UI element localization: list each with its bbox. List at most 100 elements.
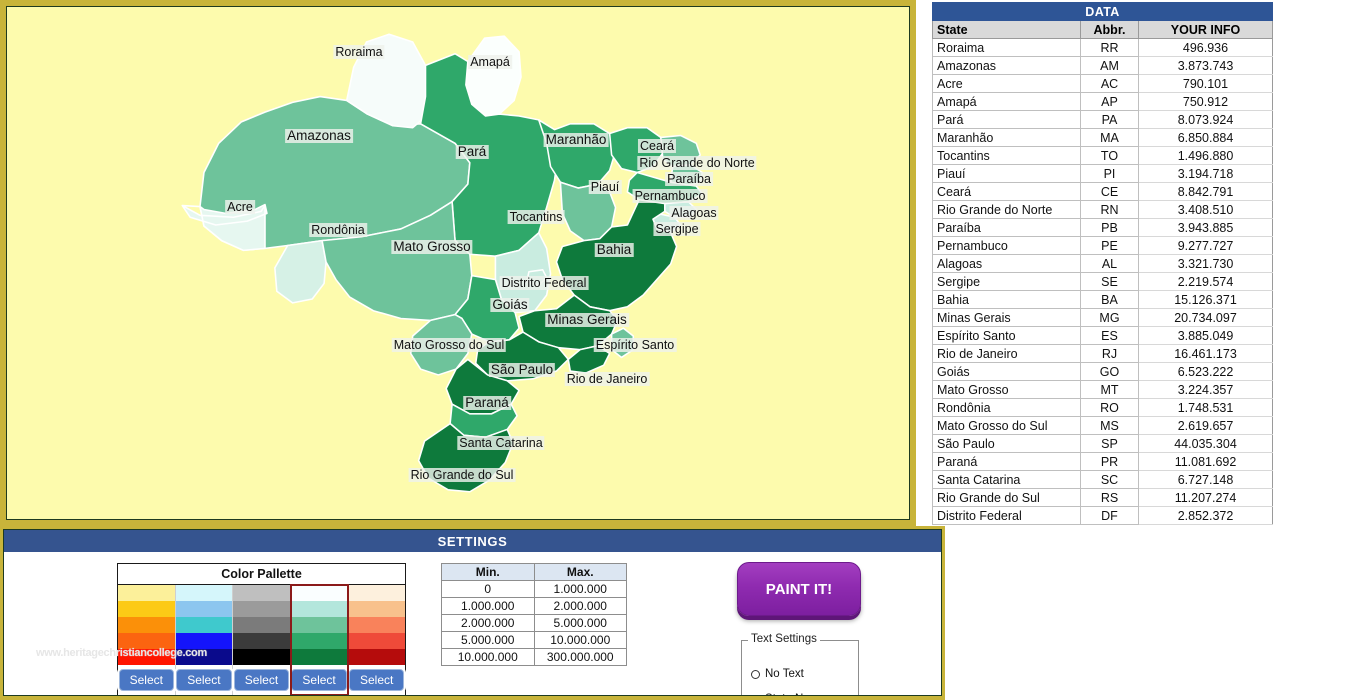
select-button[interactable]: Select (291, 669, 347, 691)
cell-your-info[interactable]: 20.734.097 (1137, 308, 1274, 327)
palette-swatch[interactable] (348, 601, 405, 617)
palette-swatch[interactable] (290, 649, 348, 665)
palette-swatch[interactable] (233, 601, 290, 617)
brazil-map[interactable]: Amazonas Roraima Amapá Pará Acre Rondônia Mato… (6, 6, 910, 520)
range-max[interactable]: 5.000.000 (533, 614, 627, 632)
paint-it-button[interactable]: PAINT IT! (737, 562, 861, 616)
table-row[interactable]: Pará PA 8.073.924 (932, 110, 1274, 129)
map-state-rn[interactable] (660, 134, 702, 168)
palette-swatch[interactable] (118, 649, 175, 665)
range-row[interactable]: 2.000.000 5.000.000 (441, 614, 627, 632)
palette-swatch[interactable] (118, 633, 175, 649)
select-button[interactable]: Select (233, 669, 290, 691)
range-row[interactable]: 10.000.000 300.000.000 (441, 648, 627, 666)
select-button[interactable]: Select (176, 669, 232, 691)
range-table[interactable]: Min. Max. 0 1.000.000 1.000.000 2.000.000 2.… (441, 563, 627, 666)
cell-your-info[interactable]: 2.852.372 (1137, 506, 1274, 525)
range-max[interactable]: 300.000.000 (533, 648, 627, 666)
table-row[interactable]: Espírito Santo ES 3.885.049 (932, 326, 1274, 345)
range-min[interactable]: 0 (441, 580, 535, 598)
table-row[interactable]: Mato Grosso MT 3.224.357 (932, 380, 1274, 399)
table-row[interactable]: Minas Gerais MG 20.734.097 (932, 308, 1274, 327)
cell-your-info[interactable]: 11.207.274 (1137, 488, 1274, 507)
table-row[interactable]: Roraima RR 496.936 (932, 38, 1274, 57)
range-max[interactable]: 10.000.000 (533, 631, 627, 649)
cell-your-info[interactable]: 2.219.574 (1137, 272, 1274, 291)
cell-your-info[interactable]: 3.408.510 (1137, 200, 1274, 219)
map-state-ap[interactable] (465, 35, 522, 117)
cell-your-info[interactable]: 16.461.173 (1137, 344, 1274, 363)
table-row[interactable]: Rio de Janeiro RJ 16.461.173 (932, 344, 1274, 363)
range-min[interactable]: 10.000.000 (441, 648, 535, 666)
table-row[interactable]: São Paulo SP 44.035.304 (932, 434, 1274, 453)
select-button[interactable]: Select (118, 669, 174, 691)
palette-swatch[interactable] (348, 633, 405, 649)
cell-your-info[interactable]: 15.126.371 (1137, 290, 1274, 309)
palette-swatch[interactable] (233, 585, 290, 601)
cell-your-info[interactable]: 3.885.049 (1137, 326, 1274, 345)
cell-your-info[interactable]: 6.850.884 (1137, 128, 1274, 147)
palette-swatch[interactable] (118, 585, 175, 601)
table-row[interactable]: Piauí PI 3.194.718 (932, 164, 1274, 183)
table-row[interactable]: Amazonas AM 3.873.743 (932, 56, 1274, 75)
range-row[interactable]: 0 1.000.000 (441, 580, 627, 598)
range-min[interactable]: 1.000.000 (441, 597, 535, 615)
cell-your-info[interactable]: 3.321.730 (1137, 254, 1274, 273)
range-row[interactable]: 5.000.000 10.000.000 (441, 631, 627, 649)
table-row[interactable]: Acre AC 790.101 (932, 74, 1274, 93)
palette-column-gray[interactable]: Select (233, 585, 291, 695)
map-state-es[interactable] (610, 327, 635, 359)
cell-your-info[interactable]: 1.748.531 (1137, 398, 1274, 417)
cell-your-info[interactable]: 8.842.791 (1137, 182, 1274, 201)
cell-your-info[interactable]: 6.727.148 (1137, 470, 1274, 489)
cell-your-info[interactable]: 9.277.727 (1137, 236, 1274, 255)
cell-your-info[interactable]: 1.496.880 (1137, 146, 1274, 165)
cell-your-info[interactable]: 3.943.885 (1137, 218, 1274, 237)
table-row[interactable]: Distrito Federal DF 2.852.372 (932, 506, 1274, 525)
select-button[interactable]: Select (348, 669, 405, 691)
range-row[interactable]: 1.000.000 2.000.000 (441, 597, 627, 615)
range-max[interactable]: 2.000.000 (533, 597, 627, 615)
palette-swatch[interactable] (175, 617, 233, 633)
table-row[interactable]: Rio Grande do Norte RN 3.408.510 (932, 200, 1274, 219)
palette-swatch[interactable] (175, 585, 233, 601)
palette-swatch[interactable] (118, 601, 175, 617)
table-row[interactable]: Mato Grosso do Sul MS 2.619.657 (932, 416, 1274, 435)
cell-your-info[interactable]: 496.936 (1137, 38, 1274, 57)
palette-swatch[interactable] (233, 649, 290, 665)
map-state-ro[interactable] (274, 239, 327, 304)
cell-your-info[interactable]: 11.081.692 (1137, 452, 1274, 471)
palette-swatch[interactable] (290, 617, 348, 633)
palette-swatch[interactable] (175, 649, 233, 665)
map-state-al[interactable] (664, 200, 698, 219)
palette-swatch[interactable] (290, 601, 348, 617)
palette-swatch[interactable] (175, 633, 233, 649)
palette-column-peach-red[interactable]: Select (348, 585, 405, 695)
range-min[interactable]: 5.000.000 (441, 631, 535, 649)
palette-swatch[interactable] (290, 585, 348, 601)
data-table[interactable]: DATA State Abbr. YOUR INFO Roraima RR 496.… (931, 2, 1274, 525)
cell-your-info[interactable]: 44.035.304 (1137, 434, 1274, 453)
cell-your-info[interactable]: 3.873.743 (1137, 56, 1274, 75)
palette-swatch[interactable] (233, 633, 290, 649)
table-row[interactable]: Pernambuco PE 9.277.727 (932, 236, 1274, 255)
table-row[interactable]: Santa Catarina SC 6.727.148 (932, 470, 1274, 489)
table-row[interactable]: Paraíba PB 3.943.885 (932, 218, 1274, 237)
range-min[interactable]: 2.000.000 (441, 614, 535, 632)
palette-swatch[interactable] (118, 617, 175, 633)
table-row[interactable]: Tocantins TO 1.496.880 (932, 146, 1274, 165)
cell-your-info[interactable]: 790.101 (1137, 74, 1274, 93)
map-state-ce[interactable] (608, 126, 664, 174)
cell-your-info[interactable]: 750.912 (1137, 92, 1274, 111)
table-row[interactable]: Ceará CE 8.842.791 (932, 182, 1274, 201)
cell-your-info[interactable]: 3.224.357 (1137, 380, 1274, 399)
range-max[interactable]: 1.000.000 (533, 580, 627, 598)
cell-your-info[interactable]: 3.194.718 (1137, 164, 1274, 183)
palette-swatch[interactable] (348, 649, 405, 665)
table-row[interactable]: Alagoas AL 3.321.730 (932, 254, 1274, 273)
cell-your-info[interactable]: 6.523.222 (1137, 362, 1274, 381)
table-row[interactable]: Maranhão MA 6.850.884 (932, 128, 1274, 147)
table-row[interactable]: Sergipe SE 2.219.574 (932, 272, 1274, 291)
cell-your-info[interactable]: 2.619.657 (1137, 416, 1274, 435)
table-row[interactable]: Goiás GO 6.523.222 (932, 362, 1274, 381)
